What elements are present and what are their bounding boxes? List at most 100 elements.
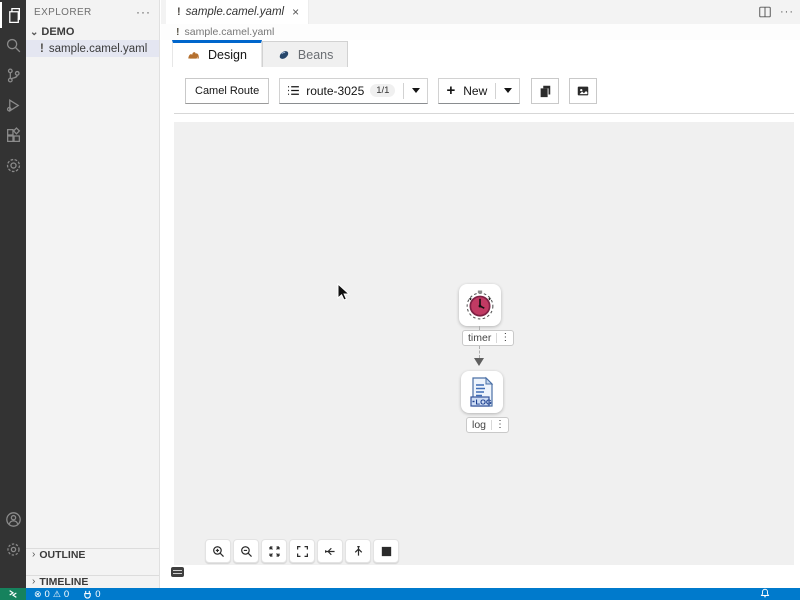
sidebar-item-sample-camel-yaml[interactable]: ! sample.camel.yaml — [26, 40, 159, 57]
remote-connect-icon — [8, 589, 18, 599]
horizontal-layout-button[interactable] — [317, 539, 343, 563]
activity-source-control-button[interactable] — [0, 60, 26, 90]
settings-gear-icon — [5, 541, 22, 558]
vertical-layout-icon — [352, 545, 365, 558]
vertical-layout-button[interactable] — [345, 539, 371, 563]
run-debug-icon — [5, 97, 22, 114]
chevron-down-icon — [412, 88, 420, 93]
chevron-right-icon: › — [32, 576, 35, 587]
split-editor-icon[interactable] — [758, 5, 772, 19]
error-count: 0 — [45, 589, 50, 600]
activity-search-button[interactable] — [0, 30, 26, 60]
sidebar-header: EXPLORER ··· — [26, 0, 159, 24]
dsl-selector-button[interactable]: Camel Route — [185, 78, 269, 104]
bean-icon — [277, 48, 291, 62]
dsl-label: Camel Route — [195, 85, 259, 97]
bell-icon — [760, 588, 770, 598]
node-label-timer[interactable]: timer ⋮ — [462, 330, 514, 346]
tab-beans[interactable]: Beans — [262, 41, 348, 67]
timer-label-text: timer — [463, 332, 496, 344]
copy-flow-button[interactable] — [531, 78, 559, 104]
file-name: sample.camel.yaml — [49, 43, 147, 55]
route-selector-dropdown[interactable]: route-3025 1/1 — [279, 78, 428, 104]
list-icon — [287, 84, 300, 97]
route-name: route-3025 — [306, 84, 364, 98]
yaml-file-icon: ! — [176, 26, 180, 38]
catalog-icon — [380, 545, 393, 558]
ports-count: 0 — [95, 589, 100, 600]
activity-extensions-button[interactable] — [0, 120, 26, 150]
section-label: DEMO — [41, 26, 74, 38]
catalog-button[interactable] — [373, 539, 399, 563]
status-bar: ⊗ 0 ⚠ 0 0 — [0, 588, 800, 600]
activity-kaoto-button[interactable] — [0, 150, 26, 180]
ports-icon — [83, 590, 92, 599]
edge-arrowhead — [474, 358, 484, 366]
zoom-in-icon — [212, 545, 225, 558]
error-circle-icon: ⊗ — [34, 589, 42, 600]
toolbar-divider — [174, 113, 794, 114]
timeline-label: TIMELINE — [39, 576, 88, 588]
node-timer[interactable] — [459, 284, 501, 326]
explorer-more-actions-icon[interactable]: ··· — [136, 5, 151, 19]
log-label-text: log — [467, 419, 491, 431]
sidebar-section-timeline[interactable]: › TIMELINE — [26, 575, 159, 589]
tab-design-label: Design — [208, 48, 247, 62]
sidebar-section-outline[interactable]: › OUTLINE — [26, 548, 159, 562]
new-label: New — [463, 84, 487, 98]
breadcrumb[interactable]: ! sample.camel.yaml — [161, 24, 800, 40]
notifications-button[interactable] — [760, 588, 770, 600]
close-tab-icon[interactable]: × — [292, 6, 299, 18]
plus-icon: + — [446, 83, 455, 98]
sidebar-section-demo[interactable]: ⌄ DEMO — [26, 24, 159, 40]
outline-label: OUTLINE — [39, 549, 85, 561]
node-label-log[interactable]: log ⋮ — [466, 417, 509, 433]
yaml-file-icon: ! — [40, 43, 44, 55]
kaoto-tabs: Design Beans — [161, 40, 800, 67]
horizontal-layout-icon — [324, 545, 337, 558]
editor-actions: ··· — [758, 0, 794, 24]
kaoto-toolbar: Camel Route route-3025 1/1 + New — [161, 67, 800, 107]
editor-tab-bar: ! sample.camel.yaml × ··· — [161, 0, 800, 24]
explorer-icon — [5, 7, 22, 24]
kebab-menu-icon[interactable]: ⋮ — [496, 333, 513, 343]
tab-title: sample.camel.yaml — [186, 6, 284, 18]
divider — [403, 83, 404, 99]
yaml-file-icon: ! — [177, 6, 181, 18]
activity-account-button[interactable] — [0, 504, 26, 534]
chevron-down-icon — [504, 88, 512, 93]
ports-indicator[interactable]: 0 — [83, 589, 100, 600]
warning-count: 0 — [64, 589, 69, 600]
kaoto-canvas[interactable]: timer ⋮ LOG log ⋮ — [174, 122, 794, 565]
canvas-controls — [205, 539, 399, 563]
zoom-in-button[interactable] — [205, 539, 231, 563]
source-control-icon — [5, 67, 22, 84]
camel-icon — [187, 48, 201, 62]
tab-sample-camel-yaml[interactable]: ! sample.camel.yaml × — [166, 0, 309, 24]
search-icon — [5, 37, 22, 54]
explorer-sidebar: EXPLORER ··· ⌄ DEMO ! sample.camel.yaml … — [26, 0, 160, 588]
editor-area: ! sample.camel.yaml × ··· ! sample.camel… — [161, 0, 800, 588]
reset-view-button[interactable] — [289, 539, 315, 563]
new-route-dropdown[interactable]: + New — [438, 78, 520, 104]
keyboard-accessibility-icon[interactable] — [171, 567, 184, 577]
chevron-down-icon: ⌄ — [30, 27, 38, 38]
fit-to-screen-button[interactable] — [261, 539, 287, 563]
log-icon: LOG — [467, 376, 497, 408]
export-image-button[interactable] — [569, 78, 597, 104]
remote-indicator[interactable] — [0, 588, 26, 600]
problems-indicator[interactable]: ⊗ 0 ⚠ 0 — [34, 589, 69, 600]
zoom-out-icon — [240, 545, 253, 558]
tab-beans-label: Beans — [298, 48, 333, 62]
kebab-menu-icon[interactable]: ⋮ — [491, 420, 508, 430]
activity-bar — [0, 0, 26, 588]
activity-explorer-button[interactable] — [0, 0, 26, 30]
more-actions-icon[interactable]: ··· — [780, 6, 794, 18]
activity-run-debug-button[interactable] — [0, 90, 26, 120]
tab-design[interactable]: Design — [172, 40, 262, 67]
extensions-icon — [5, 127, 22, 144]
node-log[interactable]: LOG — [461, 371, 503, 413]
chevron-right-icon: › — [32, 549, 35, 560]
activity-settings-button[interactable] — [0, 534, 26, 564]
zoom-out-button[interactable] — [233, 539, 259, 563]
